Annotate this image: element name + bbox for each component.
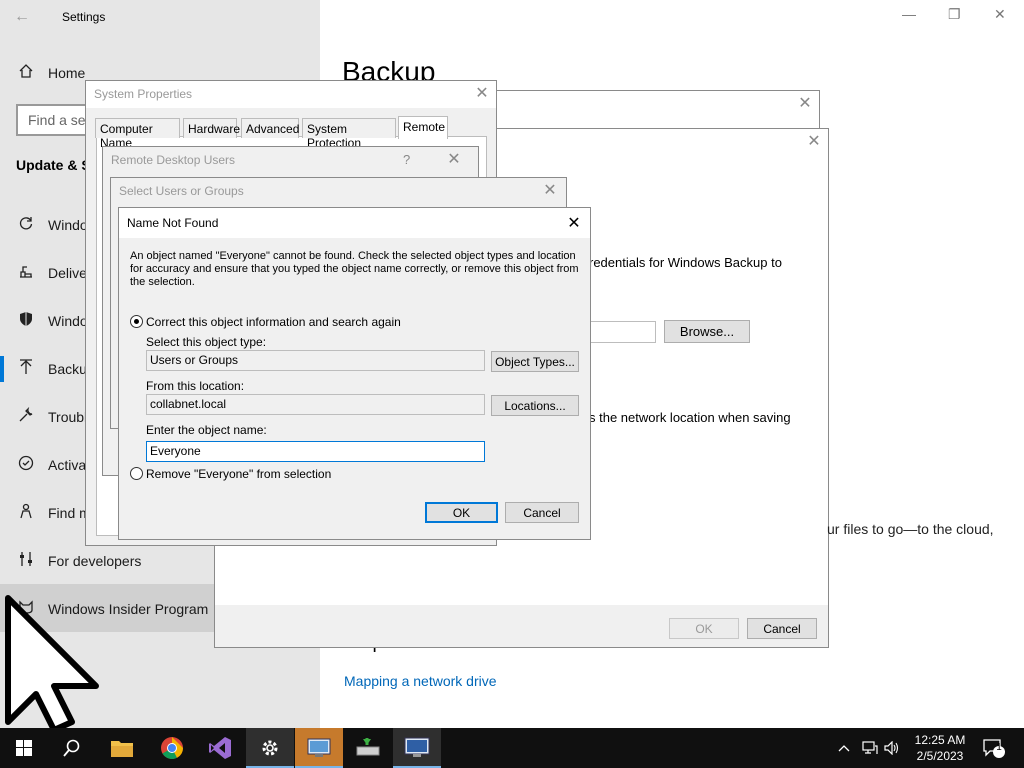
find-setting-placeholder: Find a set [28, 112, 90, 128]
close-icon[interactable]: ✕ [474, 83, 490, 103]
name-not-found-dialog: Name Not Found ✕ An object named "Everyo… [118, 207, 591, 540]
search-icon[interactable] [48, 728, 96, 768]
tab-system-protection[interactable]: System Protection [302, 118, 396, 150]
back-arrow-icon[interactable]: ← [14, 8, 30, 26]
maximize-icon[interactable]: ❐ [948, 6, 961, 23]
correct-object-label: Correct this object information and sear… [146, 315, 401, 329]
clock[interactable]: 12:25 AM 2/5/2023 [906, 732, 974, 764]
home-icon [16, 63, 36, 83]
tab-computer-name[interactable]: Computer Name [95, 118, 180, 150]
object-types-button[interactable]: Object Types... [491, 351, 579, 372]
nav-label: Activa [48, 457, 87, 473]
object-name-input[interactable]: Everyone [146, 441, 485, 462]
ok-button[interactable]: OK [669, 618, 739, 639]
locations-button[interactable]: Locations... [491, 395, 579, 416]
remove-object-radio[interactable] [130, 467, 143, 480]
clock-time: 12:25 AM [914, 733, 966, 747]
backup-dialog-back: ✕ [490, 90, 820, 130]
location-label: From this location: [146, 379, 245, 393]
close-icon[interactable]: ✕ [797, 93, 813, 113]
system-properties-icon[interactable] [295, 728, 343, 768]
backup-tool-icon[interactable] [344, 728, 392, 768]
tab-hardware[interactable]: Hardware [183, 118, 240, 138]
taskbar: 12:25 AM 2/5/2023 1 [0, 728, 1024, 768]
dialog-title: Name Not Found [127, 216, 219, 230]
dialog-title: Select Users or Groups [119, 184, 244, 198]
nav-label: Troubl [48, 409, 88, 425]
object-name-label: Enter the object name: [146, 423, 267, 437]
tab-remote[interactable]: Remote [398, 116, 448, 139]
clock-date: 2/5/2023 [916, 749, 964, 763]
settings-gear-icon[interactable] [246, 728, 294, 768]
remove-object-label: Remove "Everyone" from selection [146, 467, 332, 481]
browse-button[interactable]: Browse... [664, 320, 750, 343]
close-icon[interactable]: ✕ [806, 131, 822, 151]
volume-icon[interactable] [884, 728, 900, 768]
nav-label: Windo [48, 217, 88, 233]
correct-object-radio[interactable] [130, 315, 143, 328]
remote-desktop-icon[interactable] [393, 728, 441, 768]
close-icon[interactable]: ✕ [994, 6, 1006, 23]
backup-text-1: redentials for Windows Backup to [589, 255, 782, 270]
network-path-input[interactable] [589, 321, 656, 343]
cancel-button[interactable]: Cancel [505, 502, 579, 523]
cancel-button[interactable]: Cancel [747, 618, 817, 639]
mapping-network-drive-link[interactable]: Mapping a network drive [344, 673, 497, 689]
notification-count: 1 [996, 742, 1002, 753]
backup-arrow-icon [16, 359, 36, 379]
dialog-title: System Properties [94, 87, 193, 101]
settings-window-title: Settings [62, 10, 106, 24]
close-icon[interactable]: ✕ [446, 149, 462, 169]
nav-label: For developers [48, 553, 142, 569]
action-center-icon[interactable]: 1 [982, 728, 1008, 768]
check-circle-icon [16, 455, 36, 475]
sliders-icon [16, 551, 36, 571]
section-heading: Update & S [16, 157, 91, 173]
backup-text-3: ur files to go—to the cloud, [827, 521, 994, 537]
object-type-label: Select this object type: [146, 335, 267, 349]
error-message: An object named "Everyone" cannot be fou… [130, 250, 579, 288]
nav-label: Windo [48, 313, 88, 329]
dialog-title: Remote Desktop Users [111, 153, 236, 167]
start-icon[interactable] [0, 728, 48, 768]
ok-button[interactable]: OK [425, 502, 498, 523]
chrome-icon[interactable] [148, 728, 196, 768]
help-icon[interactable]: ? [403, 152, 410, 167]
mouse-cursor-icon [5, 595, 99, 733]
location-field: collabnet.local [146, 394, 485, 415]
refresh-icon [16, 215, 36, 235]
tab-advanced[interactable]: Advanced [241, 118, 299, 138]
wrench-icon [16, 406, 36, 427]
backup-text-2: s the network location when saving [589, 410, 791, 425]
visual-studio-icon[interactable] [196, 728, 244, 768]
object-type-field: Users or Groups [146, 350, 485, 371]
file-explorer-icon[interactable] [98, 728, 146, 768]
nav-selected-indicator [0, 356, 4, 382]
show-hidden-icons-icon[interactable] [838, 728, 850, 768]
shield-icon [16, 311, 36, 331]
person-icon [16, 503, 36, 523]
network-icon[interactable] [862, 728, 878, 768]
close-icon[interactable]: ✕ [566, 213, 582, 233]
delivery-icon [16, 263, 36, 283]
nav-label: Delive [48, 265, 87, 281]
close-icon[interactable]: ✕ [542, 180, 558, 200]
nav-home-label: Home [48, 65, 86, 81]
minimize-icon[interactable]: — [902, 6, 916, 22]
